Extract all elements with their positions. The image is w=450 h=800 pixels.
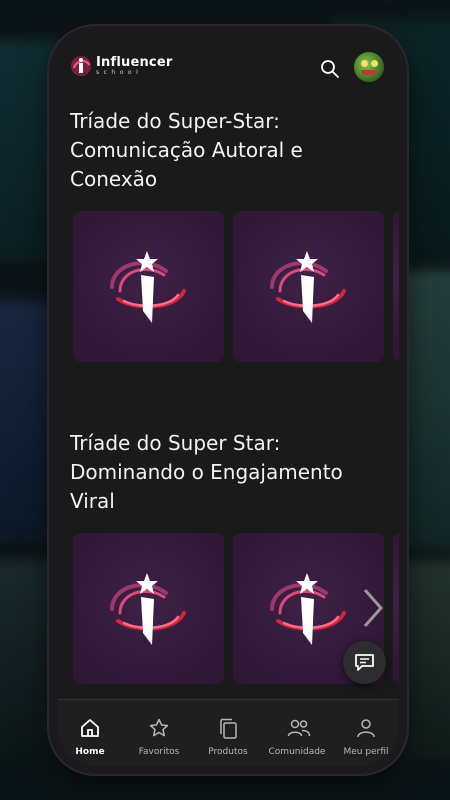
search-icon[interactable]: [320, 59, 340, 79]
app-logo[interactable]: Influencer school: [70, 55, 172, 77]
nav-label: Favoritos: [138, 747, 180, 757]
nav-item-favoritos[interactable]: Favoritos: [126, 700, 192, 766]
course-logo-icon: [110, 251, 186, 323]
profile-avatar[interactable]: [354, 52, 384, 82]
course-card[interactable]: [73, 211, 224, 362]
course-card[interactable]: [73, 533, 224, 684]
chevron-right-icon[interactable]: [361, 588, 385, 628]
course-logo-icon: [110, 573, 186, 645]
course-logo-icon: [270, 573, 346, 645]
nav-item-produtos[interactable]: Produtos: [195, 700, 261, 766]
nav-label: Comunidade: [268, 747, 326, 757]
nav-label: Home: [75, 747, 105, 757]
nav-label: Produtos: [208, 747, 248, 757]
user-icon: [357, 719, 375, 738]
course-card-partial[interactable]: [393, 211, 399, 362]
people-icon: [287, 719, 311, 737]
course-card-partial[interactable]: [393, 533, 399, 684]
nav-label: Meu perfil: [343, 747, 389, 757]
logo-subtitle: school: [96, 69, 143, 76]
home-icon: [81, 719, 99, 737]
copy-icon: [220, 718, 237, 739]
section-title: Tríade do Super Star: Dominando o Engaja…: [70, 431, 343, 513]
nav-item-comunidade[interactable]: Comunidade: [264, 700, 330, 766]
chat-bubble-icon: [355, 654, 374, 671]
course-row: [73, 211, 399, 362]
course-logo-icon: [270, 251, 346, 323]
app-screen: Influencer school Tríade do Super-Star: …: [58, 35, 399, 766]
star-icon: [149, 718, 169, 737]
logo-title: Influencer: [96, 55, 173, 70]
top-bar: Influencer school: [58, 35, 399, 103]
section-title: Tríade do Super-Star: Comunicação Autora…: [70, 109, 303, 191]
course-card[interactable]: [233, 211, 384, 362]
nav-item-meu-perfil[interactable]: Meu perfil: [333, 700, 399, 766]
chat-button[interactable]: [343, 641, 386, 684]
bottom-navigation: Home Favoritos Produtos Comunidade Meu p…: [58, 699, 399, 766]
nav-item-home[interactable]: Home: [58, 700, 123, 766]
logo-mark-icon: [71, 56, 91, 76]
